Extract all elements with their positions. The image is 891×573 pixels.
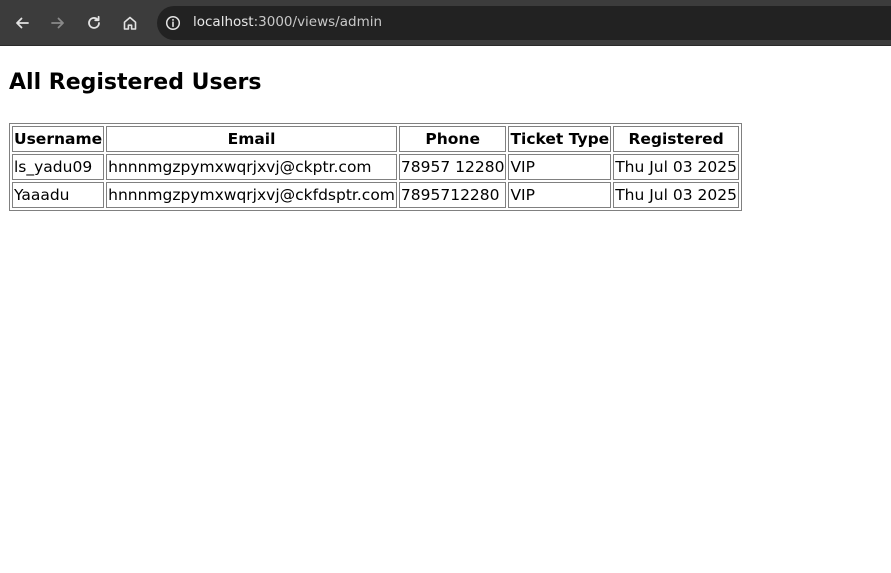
column-header-registered: Registered [613,126,739,152]
cell-phone: 7895712280 [398,182,507,208]
forward-button[interactable] [43,8,73,38]
browser-toolbar: localhost:3000/views/admin [0,0,891,46]
back-button[interactable] [7,8,37,38]
column-header-phone: Phone [398,126,507,152]
cell-ticket-type: VIP [508,154,612,180]
cell-ticket-type: VIP [508,182,612,208]
page-title: All Registered Users [9,70,262,95]
column-header-email: Email [106,126,397,152]
address-bar[interactable]: localhost:3000/views/admin [157,6,891,40]
page-content: All Registered Users Username Email Phon… [0,47,891,573]
url-host: localhost [193,14,254,30]
users-table: Username Email Phone Ticket Type Registe… [9,123,742,211]
column-header-username: Username [12,126,105,152]
reload-button[interactable] [79,8,109,38]
table-row: Yaaadu hnnnmgzpymxwqrjxvj@ckfdsptr.com 7… [12,182,739,208]
column-header-ticket-type: Ticket Type [508,126,612,152]
url-path: :3000/views/admin [253,14,383,30]
site-info-icon[interactable] [164,14,182,32]
cell-registered: Thu Jul 03 2025 [613,154,739,180]
arrow-right-icon [50,15,66,31]
table-header-row: Username Email Phone Ticket Type Registe… [12,126,739,152]
cell-phone: 78957 12280 [398,154,507,180]
table-row: ls_yadu09 hnnnmgzpymxwqrjxvj@ckptr.com 7… [12,154,739,180]
cell-username: Yaaadu [12,182,105,208]
cell-registered: Thu Jul 03 2025 [613,182,739,208]
reload-icon [86,15,102,31]
home-icon [122,15,138,31]
cell-username: ls_yadu09 [12,154,105,180]
cell-email: hnnnmgzpymxwqrjxvj@ckptr.com [106,154,397,180]
arrow-left-icon [14,15,30,31]
cell-email: hnnnmgzpymxwqrjxvj@ckfdsptr.com [106,182,397,208]
home-button[interactable] [115,8,145,38]
url-text[interactable]: localhost:3000/views/admin [193,14,382,30]
